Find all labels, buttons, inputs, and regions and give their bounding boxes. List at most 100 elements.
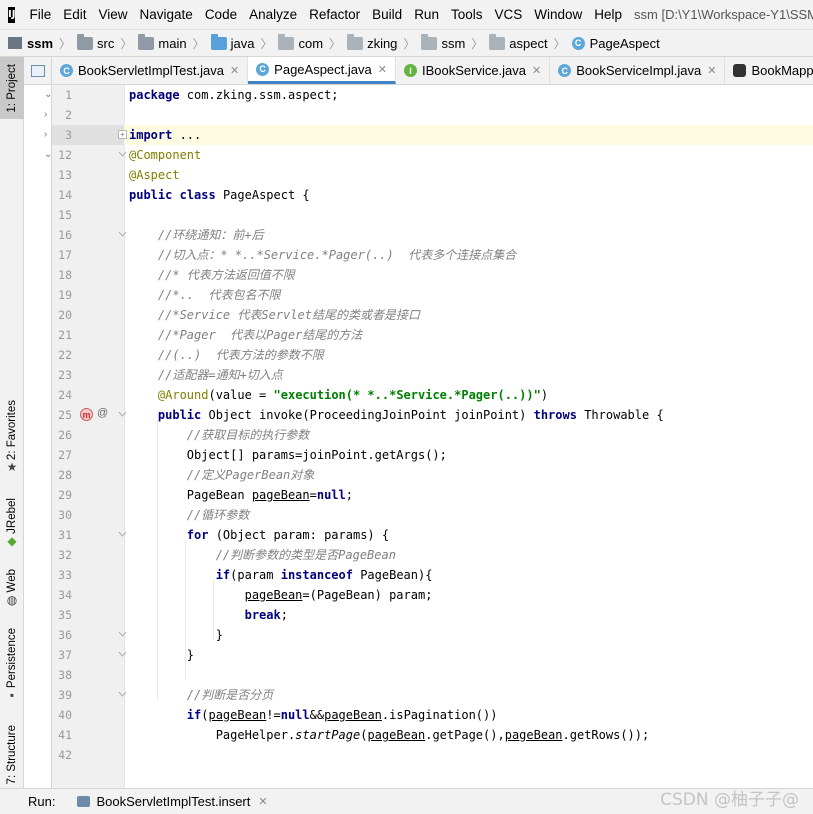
menu-file[interactable]: File — [23, 7, 57, 22]
code-line[interactable]: 21 //*Pager 代表以Pager结尾的方法 — [52, 325, 813, 345]
code-line[interactable]: 16 //环绕通知：前+后 — [52, 225, 813, 245]
code-text: //循环参数 — [186, 508, 250, 522]
line-number: 32 — [58, 548, 72, 562]
code-line[interactable]: 39 //判断是否分页 — [52, 685, 813, 705]
code-text: //获取目标的执行参数 — [186, 428, 310, 442]
code-line[interactable]: 14 public class PageAspect { — [52, 185, 813, 205]
code-line[interactable]: 32 //判断参数的类型是否PageBean — [52, 545, 813, 565]
menu-tools[interactable]: Tools — [445, 7, 489, 22]
fold-marker-icon[interactable] — [118, 650, 127, 659]
menu-view[interactable]: View — [92, 7, 133, 22]
tab-ibookservice[interactable]: I IBookService.java ✕ — [396, 57, 551, 84]
code-line[interactable]: 29 PageBean pageBean=null; — [52, 485, 813, 505]
code-line[interactable]: 23 //适配器=通知+切入点 — [52, 365, 813, 385]
tool-project[interactable]: 1: Project — [0, 57, 24, 119]
menu-vcs[interactable]: VCS — [488, 7, 528, 22]
chevron-right-icon[interactable]: › — [44, 109, 47, 120]
close-icon[interactable]: ✕ — [258, 795, 267, 808]
code-line[interactable]: 24 @Around(value = "execution(* *..*Serv… — [52, 385, 813, 405]
code-line[interactable]: 1 package com.zking.ssm.aspect; — [52, 85, 813, 105]
tab-bookmapper[interactable]: BookMapper — [725, 57, 813, 84]
code-line[interactable]: 18 //* 代表方法返回值不限 — [52, 265, 813, 285]
breadcrumb-java[interactable]: java — [210, 33, 254, 51]
code-text: PageBean pageBean=null; — [129, 488, 353, 502]
code-line[interactable]: 41 PageHelper.startPage(pageBean.getPage… — [52, 725, 813, 745]
breadcrumb-com[interactable]: com — [278, 33, 323, 51]
line-number: 27 — [58, 448, 72, 462]
code-line[interactable]: 17 //切入点：* *..*Service.*Pager(..) 代表多个连接… — [52, 245, 813, 265]
tool-persistence[interactable]: Persistence ▪ — [0, 627, 24, 707]
panel-layout-icon[interactable] — [30, 64, 45, 77]
tool-favorites[interactable]: 2: Favorites ★ — [0, 397, 24, 481]
tool-structure[interactable]: 7: Structure — [0, 722, 24, 788]
fold-marker-icon[interactable] — [118, 530, 127, 539]
menu-code[interactable]: Code — [199, 7, 243, 22]
code-line[interactable]: 42 — [52, 745, 813, 765]
window-title: ssm [D:\Y1\Workspace-Y1\SSM\p — [634, 7, 813, 22]
menu-analyze[interactable]: Analyze — [243, 7, 303, 22]
code-line[interactable]: 3 + import ... — [52, 125, 813, 145]
menu-edit[interactable]: Edit — [57, 7, 92, 22]
code-line[interactable]: 30 //循环参数 — [52, 505, 813, 525]
chevron-right-icon: 〉 — [403, 36, 416, 51]
tool-web[interactable]: Web ◍ — [0, 565, 24, 615]
fold-expand-icon[interactable]: + — [118, 130, 127, 139]
code-line[interactable]: 22 //(..) 代表方法的参数不限 — [52, 345, 813, 365]
breadcrumb-main[interactable]: main — [138, 33, 187, 51]
close-icon[interactable]: ✕ — [707, 64, 716, 77]
close-icon[interactable]: ✕ — [532, 64, 541, 77]
breadcrumb-ssm[interactable]: ssm — [421, 33, 465, 51]
code-line[interactable]: 36 } — [52, 625, 813, 645]
fold-marker-icon[interactable] — [118, 410, 127, 419]
advice-annotation-icon[interactable]: @ — [97, 407, 108, 419]
menu-navigate[interactable]: Navigate — [134, 7, 199, 22]
menu-help[interactable]: Help — [588, 7, 628, 22]
code-line[interactable]: 35 break; — [52, 605, 813, 625]
menu-run[interactable]: Run — [408, 7, 445, 22]
code-line[interactable]: 31 for (Object param: params) { — [52, 525, 813, 545]
code-line[interactable]: 33 if(param instanceof PageBean){ — [52, 565, 813, 585]
code-line[interactable]: 19 //*.. 代表包名不限 — [52, 285, 813, 305]
code-editor[interactable]: 1 package com.zking.ssm.aspect; 2 3 + import … — [52, 85, 813, 788]
breadcrumb-zking[interactable]: zking — [347, 33, 397, 51]
line-number: 26 — [58, 428, 72, 442]
tool-jrebel[interactable]: JRebel ◆ — [0, 497, 24, 553]
code-line[interactable]: 38 — [52, 665, 813, 685]
fold-marker-icon[interactable] — [118, 150, 127, 159]
code-line[interactable]: 20 //*Service 代表Servlet结尾的类或者是接口 — [52, 305, 813, 325]
code-line[interactable]: 15 — [52, 205, 813, 225]
chevron-right-icon: 〉 — [120, 36, 133, 51]
tab-label: IBookService.java — [421, 63, 527, 78]
code-line[interactable]: 25 m @ public Object invoke(ProceedingJoin… — [52, 405, 813, 425]
menu-build[interactable]: Build — [366, 7, 408, 22]
method-override-icon[interactable]: m — [80, 408, 93, 421]
breadcrumb-project[interactable]: ssm — [8, 36, 53, 51]
fold-marker-icon[interactable] — [118, 230, 127, 239]
code-line[interactable]: 13 @Aspect — [52, 165, 813, 185]
fold-marker-icon[interactable] — [118, 630, 127, 639]
tab-bookserviceimpl[interactable]: C BookServiceImpl.java ✕ — [550, 57, 726, 84]
code-line[interactable]: 37 } — [52, 645, 813, 665]
code-line[interactable]: 40 if(pageBean!=null&&pageBean.isPaginat… — [52, 705, 813, 725]
code-line[interactable]: 28 //定义PagerBean对象 — [52, 465, 813, 485]
menu-window[interactable]: Window — [528, 7, 588, 22]
breadcrumb-pageaspect[interactable]: C PageAspect — [571, 36, 660, 51]
close-icon[interactable]: ✕ — [230, 64, 239, 77]
breadcrumb-src[interactable]: src — [77, 33, 114, 51]
tab-bookservletimpltest[interactable]: C BookServletImplTest.java ✕ — [52, 57, 249, 84]
breadcrumb: ssm 〉 src 〉 main 〉 java 〉 com 〉 zking 〉 … — [0, 29, 813, 57]
line-number: 37 — [58, 648, 72, 662]
code-line[interactable]: 12 @Component — [52, 145, 813, 165]
code-line[interactable]: 26 //获取目标的执行参数 — [52, 425, 813, 445]
code-line[interactable]: 27 Object[] params=joinPoint.getArgs(); — [52, 445, 813, 465]
fold-marker-icon[interactable] — [118, 690, 127, 699]
close-icon[interactable]: ✕ — [378, 63, 387, 76]
line-number: 29 — [58, 488, 72, 502]
menu-refactor[interactable]: Refactor — [303, 7, 366, 22]
run-tab[interactable]: BookServletImplTest.insert ✕ — [77, 794, 268, 809]
breadcrumb-aspect[interactable]: aspect — [489, 33, 548, 51]
tab-pageaspect[interactable]: C PageAspect.java ✕ — [248, 57, 396, 84]
chevron-right-icon[interactable]: › — [44, 129, 47, 140]
code-line[interactable]: 34 pageBean=(PageBean) param; — [52, 585, 813, 605]
code-line[interactable]: 2 — [52, 105, 813, 125]
